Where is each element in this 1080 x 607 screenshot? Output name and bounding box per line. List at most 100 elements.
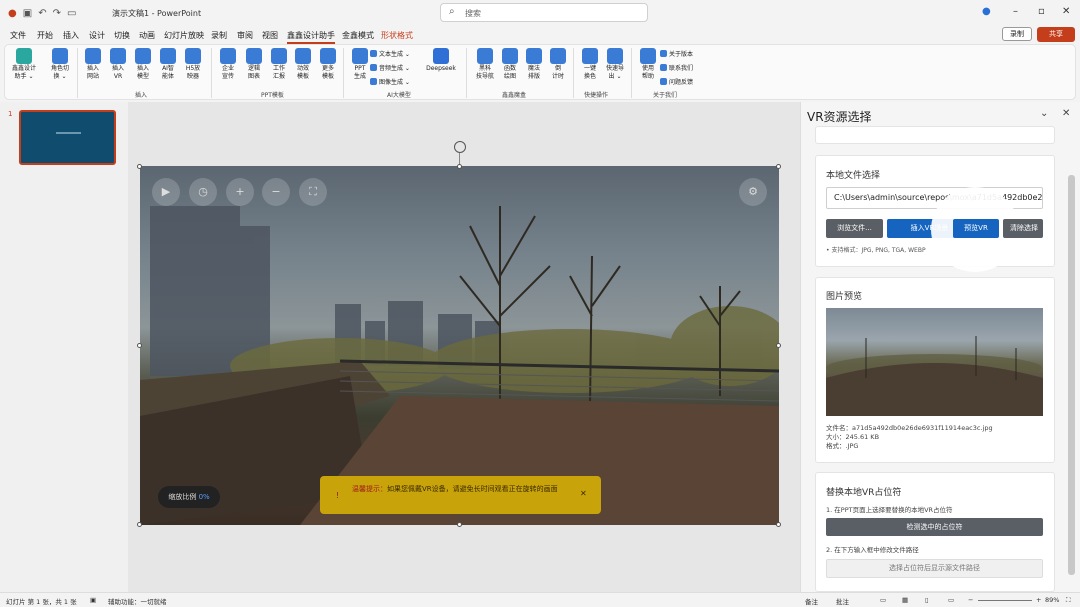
h5-player-button[interactable]: H5放 映器 (178, 48, 208, 81)
rotate-icon[interactable]: ◷ (189, 178, 217, 206)
panel-scrollbar[interactable] (1068, 175, 1075, 575)
cloud-icon (185, 48, 201, 64)
help-button[interactable]: 使用 帮助 (633, 48, 663, 81)
account-avatar-icon[interactable]: ● (982, 6, 991, 17)
timer-icon (550, 48, 566, 64)
resize-handle[interactable] (776, 164, 781, 169)
globe-icon (85, 48, 101, 64)
ai-icon (160, 48, 176, 64)
tab-home[interactable]: 开始 (37, 30, 53, 41)
zoom-level[interactable]: 89% (1045, 596, 1059, 604)
tab-jinxin-mode[interactable]: 金鑫模式 (342, 30, 374, 41)
text-generate-button[interactable]: 文本生成 ⌄ (370, 49, 410, 58)
export-icon (607, 48, 623, 64)
spellcheck-icon[interactable]: ▣ (90, 596, 96, 604)
tab-record[interactable]: 录制 (211, 30, 227, 41)
image-generate-button[interactable]: 图像生成 ⌄ (370, 77, 410, 86)
menu-bar: 文件 开始 插入 设计 切换 动画 幻灯片放映 录制 审阅 视图 鑫鑫设计助手 … (0, 26, 1080, 44)
detect-placeholder-button[interactable]: 检测选中的占位符 (826, 518, 1043, 536)
cube-icon (135, 48, 151, 64)
zoom-in-button[interactable]: + (1036, 596, 1041, 604)
contact-icon (660, 64, 667, 71)
record-button[interactable]: 录制 (1002, 27, 1032, 41)
text-icon (370, 50, 377, 57)
more-templates-button[interactable]: 更多 模板 (313, 48, 343, 81)
tab-review[interactable]: 审阅 (237, 30, 253, 41)
slide-thumbnail[interactable] (19, 110, 116, 165)
clear-selection-button[interactable]: 清除选择 (1003, 219, 1043, 238)
minimize-icon[interactable]: – (1013, 6, 1018, 17)
tab-transitions[interactable]: 切换 (114, 30, 130, 41)
audio-generate-button[interactable]: 音频生成 ⌄ (370, 63, 410, 72)
reading-view-icon[interactable]: ▯ (925, 596, 929, 604)
feedback-button[interactable]: 问题反馈 (660, 77, 693, 86)
resize-handle[interactable] (137, 522, 142, 527)
save-icon[interactable]: ▣ (23, 8, 32, 19)
zoom-out-icon[interactable]: − (262, 178, 290, 206)
resize-handle[interactable] (137, 343, 142, 348)
source-path-input[interactable]: 选择占位符后显示源文件路径 (826, 559, 1043, 578)
slide-sorter-icon[interactable]: ▦ (902, 596, 908, 604)
slideshow-view-icon[interactable]: ▭ (948, 596, 954, 604)
resize-handle[interactable] (776, 522, 781, 527)
chevron-down-icon[interactable]: ⌄ (1040, 108, 1048, 119)
panel-title: VR资源选择 (807, 110, 872, 124)
slide-count: 幻灯片 第 1 张，共 1 张 (6, 598, 77, 606)
toast-close-icon[interactable]: ✕ (580, 489, 587, 498)
close-icon[interactable]: ✕ (1062, 6, 1070, 17)
resize-handle[interactable] (457, 522, 462, 527)
maximize-icon[interactable]: ▫ (1038, 6, 1045, 17)
function-icon (502, 48, 518, 64)
tab-insert[interactable]: 插入 (63, 30, 79, 41)
tab-shape-format[interactable]: 形状格式 (381, 30, 413, 41)
fullscreen-icon[interactable]: ⛶ (299, 178, 327, 206)
preview-vr-button[interactable]: 预览VR (953, 219, 999, 238)
present-icon[interactable]: ▭ (67, 8, 76, 19)
fit-to-window-icon[interactable]: ⛶ (1066, 596, 1071, 605)
xinxin-assistant-button[interactable]: 鑫鑫设计 助手 ⌄ (9, 48, 39, 81)
redo-icon[interactable]: ↷ (53, 8, 61, 19)
browse-file-button[interactable]: 浏览文件... (826, 219, 883, 238)
zoom-out-button[interactable]: − (968, 596, 973, 604)
deepseek-button[interactable]: Deepseek (423, 48, 459, 73)
tab-file[interactable]: 文件 (10, 30, 26, 41)
resize-handle[interactable] (137, 164, 142, 169)
tab-design[interactable]: 设计 (89, 30, 105, 41)
status-bar: 幻灯片 第 1 张，共 1 张 ▣ 辅助功能：一切就绪 备注 批注 ▭ ▦ ▯ … (0, 592, 1080, 607)
play-icon[interactable]: ▶ (152, 178, 180, 206)
resize-handle[interactable] (776, 343, 781, 348)
about-version-button[interactable]: 关于版本 (660, 49, 693, 58)
notes-button[interactable]: 备注 (805, 596, 818, 606)
accessibility-status[interactable]: 辅助功能：一切就绪 (108, 596, 167, 606)
tab-animations[interactable]: 动画 (139, 30, 155, 41)
normal-view-icon[interactable]: ▭ (880, 596, 886, 604)
panel-close-icon[interactable]: ✕ (1062, 108, 1070, 119)
countdown-button[interactable]: 倒 计时 (543, 48, 573, 81)
file-type: 格式：.JPG (826, 442, 859, 450)
share-button[interactable]: 共享 (1037, 27, 1075, 42)
zoom-slider[interactable] (978, 600, 1032, 601)
tab-view[interactable]: 视图 (262, 30, 278, 41)
zoom-in-icon[interactable]: + (226, 178, 254, 206)
contact-us-button[interactable]: 联系我们 (660, 63, 693, 72)
search-box[interactable]: ⌕ 搜索 (440, 3, 648, 22)
separator (343, 48, 344, 98)
rotate-handle-icon[interactable] (454, 141, 466, 153)
quick-export-button[interactable]: 快速导 出 ⌄ (600, 48, 630, 81)
switch-role-button[interactable]: 角色切 换 ⌄ (45, 48, 75, 81)
comments-button[interactable]: 批注 (836, 596, 849, 606)
undo-icon[interactable]: ↶ (38, 8, 46, 19)
settings-gear-icon[interactable]: ⚙ (739, 178, 767, 206)
report-icon (271, 48, 287, 64)
step-2-text: 2. 在下方输入框中修改文件路径 (826, 546, 919, 554)
palette-icon (582, 48, 598, 64)
vr-viewer[interactable]: ▶ ◷ + − ⛶ ⚙ 缩放比例 0% ! 温馨提示：如果您佩戴VR设备，请避免… (140, 166, 779, 525)
zoom-ratio-badge: 缩放比例 0% (158, 486, 220, 508)
template-icon (220, 48, 236, 64)
search-icon: ⌕ (449, 6, 455, 17)
tab-xinxin-assistant[interactable]: 鑫鑫设计助手 (287, 30, 335, 44)
vr-icon (110, 48, 126, 64)
image-preview-title: 图片预览 (826, 292, 863, 302)
resize-handle[interactable] (457, 164, 462, 169)
tab-slideshow[interactable]: 幻灯片放映 (164, 30, 204, 41)
